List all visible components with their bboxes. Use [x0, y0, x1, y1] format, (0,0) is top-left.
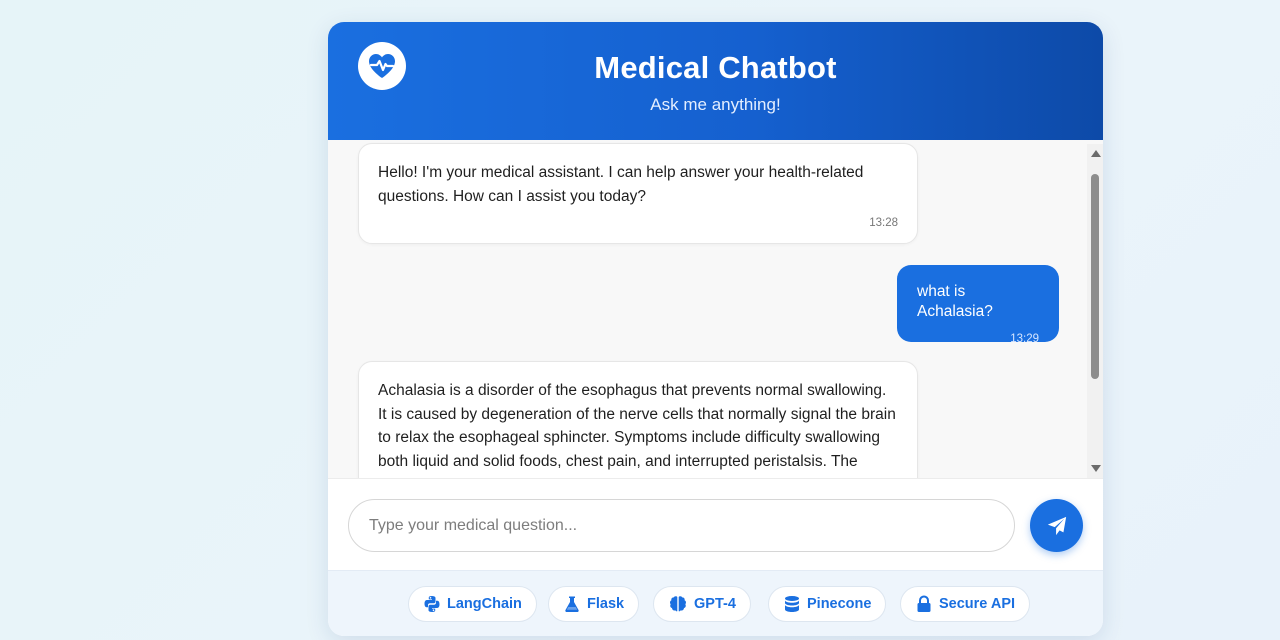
flask-icon	[565, 596, 579, 612]
message-text: Hello! I'm your medical assistant. I can…	[378, 164, 864, 205]
badge-langchain: LangChain	[408, 586, 537, 622]
message-text: Achalasia is a disorder of the esophagus…	[378, 382, 896, 470]
message-time: 13:29	[1010, 333, 1039, 345]
bot-message: Achalasia is a disorder of the esophagus…	[358, 361, 918, 478]
message-input[interactable]	[348, 499, 1015, 552]
badge-pinecone: Pinecone	[768, 586, 887, 622]
brain-icon	[670, 596, 686, 612]
bot-message: Hello! I'm your medical assistant. I can…	[358, 143, 918, 244]
badge-label: Flask	[587, 596, 625, 612]
badge-label: Pinecone	[807, 596, 872, 612]
scroll-up-arrow-icon[interactable]	[1091, 150, 1101, 157]
page-subtitle: Ask me anything!	[650, 95, 781, 114]
tech-stack-bar: LangChain Flask GPT-4 Pinecone Secure AP…	[328, 570, 1103, 636]
database-icon	[785, 596, 799, 612]
chat-window: Medical Chatbot Ask me anything! Hello! …	[328, 22, 1103, 636]
message-text: what is Achalasia?	[917, 283, 993, 320]
page-title: Medical Chatbot	[594, 50, 837, 85]
python-icon	[424, 596, 440, 612]
badge-label: Secure API	[939, 596, 1016, 612]
paper-plane-icon	[1047, 516, 1066, 535]
badge-flask: Flask	[548, 586, 640, 622]
chat-scrollbar[interactable]	[1087, 144, 1103, 478]
scroll-down-arrow-icon[interactable]	[1091, 465, 1101, 472]
badge-secure-api: Secure API	[900, 586, 1031, 622]
badge-label: GPT-4	[694, 596, 736, 612]
composer	[328, 478, 1103, 570]
chat-header: Medical Chatbot Ask me anything!	[328, 22, 1103, 140]
message-time: 13:28	[869, 217, 898, 229]
message-list[interactable]: Hello! I'm your medical assistant. I can…	[328, 140, 1103, 478]
badge-label: LangChain	[447, 596, 522, 612]
scrollbar-thumb[interactable]	[1091, 174, 1099, 379]
user-message: what is Achalasia? 13:29	[897, 265, 1059, 345]
badge-gpt4: GPT-4	[653, 586, 751, 622]
lock-icon	[917, 595, 931, 612]
send-button[interactable]	[1030, 499, 1083, 552]
